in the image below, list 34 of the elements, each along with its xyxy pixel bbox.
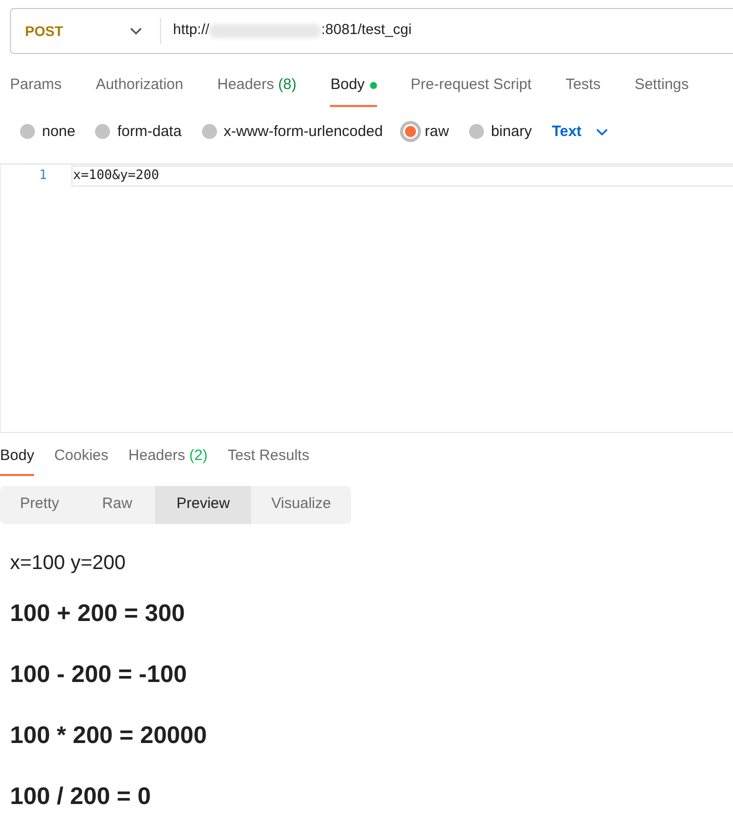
body-type-radio[interactable]: x-www-form-urlencoded xyxy=(202,120,383,143)
request-tab[interactable]: Params xyxy=(10,74,62,106)
code-line: x=100&y=200 xyxy=(71,165,733,187)
request-tab[interactable]: Headers (8) xyxy=(217,74,296,106)
line-number: 1 xyxy=(38,167,48,186)
format-dropdown[interactable]: Text xyxy=(552,120,608,143)
response-tab[interactable]: Cookies xyxy=(54,445,108,476)
method-dropdown[interactable]: POST xyxy=(11,18,161,44)
request-tab[interactable]: Authorization xyxy=(96,74,184,106)
view-mode-button[interactable]: Raw xyxy=(79,486,156,524)
preview-heading: 100 * 200 = 20000 xyxy=(10,720,208,750)
preview-heading: 100 / 200 = 0 xyxy=(10,782,152,812)
response-tab[interactable]: Body xyxy=(0,445,34,476)
chevron-down-icon xyxy=(596,128,608,136)
view-mode-button[interactable]: Visualize xyxy=(251,486,351,524)
body-type-radio[interactable]: binary xyxy=(468,120,532,143)
response-tab[interactable]: Test Results xyxy=(228,445,310,476)
chevron-down-icon xyxy=(130,27,142,35)
url-text[interactable]: http:// xyxy=(173,20,210,42)
preview-heading: 100 + 200 = 300 xyxy=(10,598,186,628)
view-mode-button[interactable]: Preview xyxy=(155,486,252,524)
request-tab[interactable]: Pre-request Script xyxy=(410,74,532,106)
response-tab[interactable]: Headers (2) xyxy=(128,445,208,476)
request-tab[interactable]: Tests xyxy=(566,74,601,106)
view-mode-button[interactable]: Pretty xyxy=(0,486,80,524)
url-text[interactable]: :8081/test_cgi xyxy=(321,20,412,42)
body-type-radio[interactable]: form-data xyxy=(95,120,182,143)
preview-heading: 100 - 200 = -100 xyxy=(10,660,188,690)
url-bar[interactable]: POST http:// :8081/test_cgi xyxy=(10,8,733,54)
request-tab[interactable]: Settings xyxy=(634,74,689,106)
body-type-radio[interactable]: raw xyxy=(402,120,449,143)
preview-text: x=100 y=200 xyxy=(10,550,127,576)
request-tab[interactable]: Body xyxy=(330,74,377,106)
body-type-radio[interactable]: none xyxy=(20,120,76,143)
